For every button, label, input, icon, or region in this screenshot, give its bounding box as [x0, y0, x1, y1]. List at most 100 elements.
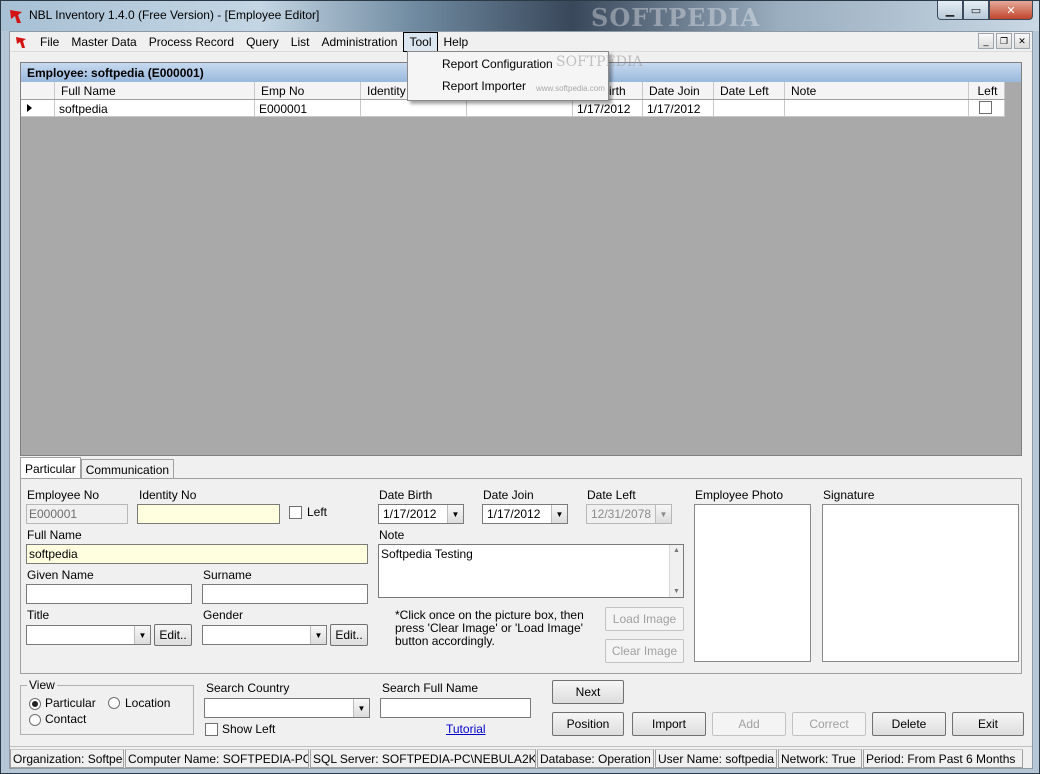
- menu-master-data[interactable]: Master Data: [65, 32, 142, 52]
- view-contact-radio[interactable]: [29, 714, 41, 726]
- close-button[interactable]: ✕: [989, 1, 1033, 20]
- header-note[interactable]: Note: [785, 82, 969, 99]
- minimize-button[interactable]: ▁: [937, 1, 963, 20]
- mdi-restore-button[interactable]: ❐: [996, 33, 1012, 49]
- menu-report-configuration[interactable]: Report Configuration: [442, 57, 553, 71]
- identity-no-field[interactable]: [137, 504, 280, 524]
- date-join-label: Date Join: [483, 488, 534, 502]
- header-left[interactable]: Left: [969, 82, 1005, 99]
- header-emp-no[interactable]: Emp No: [255, 82, 361, 99]
- menu-process-record[interactable]: Process Record: [143, 32, 240, 52]
- header-date-left[interactable]: Date Left: [714, 82, 785, 99]
- signature-label: Signature: [823, 488, 875, 502]
- tool-dropdown-menu: SOFTPEDIA www.softpedia.com Report Confi…: [407, 51, 643, 101]
- date-birth-picker[interactable]: 1/17/2012 ▼: [378, 504, 464, 524]
- cell-note[interactable]: [785, 100, 969, 116]
- show-left-checkbox[interactable]: [205, 723, 218, 736]
- status-sql-server: SQL Server: SOFTPEDIA-PC\NEBULA2K: [310, 749, 536, 768]
- note-label: Note: [379, 528, 405, 542]
- cell-date-join[interactable]: 1/17/2012: [643, 100, 714, 116]
- title-label: Title: [27, 608, 50, 622]
- next-button[interactable]: Next: [552, 680, 624, 704]
- row-selector[interactable]: [21, 100, 55, 116]
- search-country-select[interactable]: ▼: [204, 698, 370, 718]
- title-edit-button[interactable]: Edit..: [154, 624, 192, 646]
- date-birth-value: 1/17/2012: [383, 507, 437, 521]
- mdi-close-button[interactable]: ✕: [1014, 33, 1030, 49]
- header-row-selector[interactable]: [21, 82, 55, 99]
- cell-identity-no[interactable]: [361, 100, 467, 116]
- view-particular-label[interactable]: Particular: [45, 696, 96, 710]
- search-full-name-input[interactable]: [380, 698, 531, 718]
- chevron-down-icon[interactable]: ▼: [447, 505, 463, 523]
- table-row[interactable]: softpedia E000001 1/17/2012 1/17/2012: [21, 100, 1005, 117]
- employee-photo-box[interactable]: [694, 504, 811, 662]
- cell-hidden-column[interactable]: [467, 100, 573, 116]
- cell-date-left[interactable]: [714, 100, 785, 116]
- cell-left[interactable]: [969, 100, 1005, 116]
- menu-file[interactable]: File: [34, 32, 65, 52]
- mdi-child-icon[interactable]: [14, 34, 28, 50]
- scroll-down-icon[interactable]: ▼: [670, 588, 683, 595]
- chevron-down-icon[interactable]: ▼: [134, 626, 150, 644]
- tutorial-link[interactable]: Tutorial: [446, 722, 486, 736]
- note-value: Softpedia Testing: [381, 547, 473, 561]
- left-checkbox[interactable]: [289, 506, 302, 519]
- view-legend: View: [27, 678, 57, 692]
- title-select[interactable]: ▼: [26, 625, 151, 645]
- gender-edit-button[interactable]: Edit..: [330, 624, 368, 646]
- clear-image-button[interactable]: Clear Image: [605, 639, 684, 663]
- full-name-field[interactable]: softpedia: [26, 544, 368, 564]
- note-scrollbar[interactable]: ▲ ▼: [669, 545, 683, 597]
- delete-button[interactable]: Delete: [872, 712, 946, 736]
- exit-button[interactable]: Exit: [952, 712, 1024, 736]
- menu-tool[interactable]: Tool: [403, 32, 438, 52]
- gender-select[interactable]: ▼: [202, 625, 327, 645]
- correct-button[interactable]: Correct: [792, 712, 866, 736]
- date-join-picker[interactable]: 1/17/2012 ▼: [482, 504, 568, 524]
- tab-particular[interactable]: Particular: [20, 457, 81, 478]
- menu-help[interactable]: Help: [438, 32, 475, 52]
- menu-query[interactable]: Query: [240, 32, 285, 52]
- view-location-radio[interactable]: [108, 697, 120, 709]
- mdi-minimize-button[interactable]: _: [978, 33, 994, 49]
- maximize-button[interactable]: ▭: [963, 1, 989, 20]
- import-button[interactable]: Import: [632, 712, 706, 736]
- particular-panel: Employee No E000001 Identity No Left Ful…: [20, 478, 1022, 674]
- show-left-label[interactable]: Show Left: [222, 722, 275, 736]
- date-left-picker[interactable]: 12/31/2078 ▼: [586, 504, 672, 524]
- header-date-join[interactable]: Date Join: [643, 82, 714, 99]
- chevron-down-icon[interactable]: ▼: [655, 505, 671, 523]
- cell-emp-no[interactable]: E000001: [255, 100, 361, 116]
- employee-no-field[interactable]: E000001: [26, 504, 128, 524]
- view-particular-radio[interactable]: [29, 698, 41, 710]
- add-button[interactable]: Add: [712, 712, 786, 736]
- view-contact-label[interactable]: Contact: [45, 712, 86, 726]
- chevron-down-icon[interactable]: ▼: [353, 699, 369, 717]
- cell-full-name[interactable]: softpedia: [55, 100, 255, 116]
- view-location-label[interactable]: Location: [125, 696, 170, 710]
- left-checkbox-cell[interactable]: [979, 101, 992, 114]
- signature-box[interactable]: [822, 504, 1019, 662]
- chevron-down-icon[interactable]: ▼: [551, 505, 567, 523]
- note-textarea[interactable]: Softpedia Testing ▲ ▼: [378, 544, 684, 598]
- chevron-down-icon[interactable]: ▼: [310, 626, 326, 644]
- tab-communication[interactable]: Communication: [80, 459, 175, 478]
- date-birth-label: Date Birth: [379, 488, 433, 502]
- surname-field[interactable]: [202, 584, 368, 604]
- search-country-label: Search Country: [206, 681, 290, 695]
- full-name-label: Full Name: [27, 528, 82, 542]
- position-button[interactable]: Position: [552, 712, 624, 736]
- minimize-icon: ▁: [945, 4, 955, 17]
- title-bar[interactable]: NBL Inventory 1.4.0 (Free Version) - [Em…: [1, 1, 1039, 32]
- given-name-field[interactable]: [26, 584, 192, 604]
- app-window: NBL Inventory 1.4.0 (Free Version) - [Em…: [0, 0, 1040, 774]
- header-full-name[interactable]: Full Name: [55, 82, 255, 99]
- load-image-button[interactable]: Load Image: [605, 607, 684, 631]
- scroll-up-icon[interactable]: ▲: [670, 547, 683, 554]
- menu-report-importer[interactable]: Report Importer: [442, 79, 526, 93]
- cell-date-birth[interactable]: 1/17/2012: [573, 100, 643, 116]
- menu-administration[interactable]: Administration: [315, 32, 403, 52]
- menu-list[interactable]: List: [285, 32, 316, 52]
- employee-photo-label: Employee Photo: [695, 488, 784, 502]
